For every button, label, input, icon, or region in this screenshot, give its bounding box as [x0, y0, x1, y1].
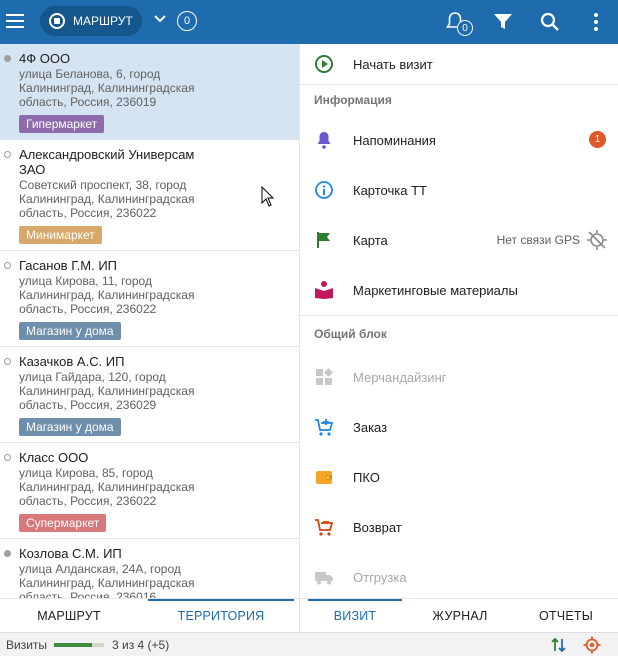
common-section-header: Общий блок	[314, 327, 387, 341]
search-icon[interactable]	[538, 10, 562, 34]
info-section-header: Информация	[314, 93, 392, 107]
menu-icon[interactable]	[6, 10, 26, 34]
tab-visit[interactable]: ВИЗИТ	[308, 599, 402, 633]
tab-reports[interactable]: ОТЧЕТЫ	[518, 599, 614, 633]
play-circle-icon	[315, 55, 333, 73]
mouse-cursor-icon	[261, 186, 275, 207]
start-visit-label: Начать визит	[353, 56, 433, 72]
app-toolbar: МАРШРУТ 0 0	[0, 0, 618, 44]
list-item[interactable]: Гасанов Г.М. ИП улица Кирова, 11, город …	[0, 251, 299, 347]
outlet-card-label: Карточка ТТ	[353, 182, 427, 198]
order-label: Заказ	[353, 419, 388, 435]
tab-journal[interactable]: ЖУРНАЛ	[412, 599, 508, 633]
map-label: Карта	[353, 232, 388, 248]
outlet-type-tag: Минимаркет	[19, 226, 102, 244]
reminders-label: Напоминания	[353, 132, 436, 148]
marketing-materials-label: Маркетинговые материалы	[353, 282, 518, 298]
visits-label: Визиты	[6, 638, 48, 652]
outlet-type-tag: Гипермаркет	[19, 115, 105, 133]
filter-icon[interactable]	[491, 10, 515, 34]
visits-count-text: 3 из 4 (+5)	[112, 638, 170, 652]
outlet-address: улица Алданская, 24А, город Калининград,…	[19, 562, 195, 598]
outlet-address: улица Беланова, 6, город Калининград, Ка…	[19, 67, 195, 109]
info-icon	[315, 181, 333, 199]
cart-remove-icon	[315, 519, 334, 536]
outlet-name: Казачков А.С. ИП	[19, 354, 125, 369]
visit-status-dot	[4, 454, 11, 461]
merchandising-menu-item[interactable]: Мерчандайзинг	[300, 352, 618, 402]
pko-label: ПКО	[353, 469, 380, 485]
book-reader-icon	[315, 281, 333, 299]
visit-status-dot	[4, 151, 11, 158]
list-item[interactable]: Александровский Универсам ЗАО Советский …	[0, 140, 299, 251]
list-item[interactable]: Класс ООО улица Кирова, 85, город Калини…	[0, 443, 299, 539]
start-visit-button[interactable]: Начать визит	[300, 44, 618, 84]
visit-status-dot	[4, 262, 11, 269]
outlet-type-tag: Магазин у дома	[19, 418, 121, 436]
order-menu-item[interactable]: Заказ	[300, 402, 618, 452]
list-item[interactable]: Козлова С.М. ИП улица Алданская, 24А, го…	[0, 539, 299, 598]
merchandising-label: Мерчандайзинг	[353, 369, 447, 385]
outlet-name: Александровский Универсам ЗАО	[19, 147, 195, 177]
sync-arrows-icon[interactable]	[550, 636, 568, 654]
chevron-down-icon[interactable]	[153, 12, 167, 26]
pko-menu-item[interactable]: ПКО	[300, 452, 618, 502]
shipment-label: Отгрузка	[353, 569, 407, 585]
tab-route[interactable]: МАРШРУТ	[0, 599, 138, 633]
return-label: Возврат	[353, 519, 402, 535]
outlet-address: Советский проспект, 38, город Калинингра…	[19, 178, 195, 220]
marketing-materials-menu-item[interactable]: Маркетинговые материалы	[300, 265, 618, 315]
route-toggle-button[interactable]: МАРШРУТ	[40, 6, 142, 36]
visit-status-dot	[4, 550, 11, 557]
route-count-badge: 0	[177, 11, 197, 31]
widgets-icon	[316, 368, 333, 385]
truck-icon	[315, 572, 333, 585]
visit-status-dot	[4, 358, 11, 365]
visit-actions-panel: Начать визит Информация Напоминания 1 Ка…	[299, 44, 618, 598]
gps-off-icon	[587, 230, 607, 250]
visits-progress-bar	[54, 643, 104, 647]
shipment-menu-item[interactable]: Отгрузка	[300, 552, 618, 598]
bell-icon	[317, 132, 331, 149]
flag-icon	[317, 232, 330, 248]
gps-status-text: Нет связи GPS	[496, 233, 580, 247]
right-tabbar: ВИЗИТ ЖУРНАЛ ОТЧЕТЫ	[299, 598, 618, 632]
outlet-type-tag: Супермаркет	[19, 514, 107, 532]
outlet-address: улица Кирова, 85, город Калининград, Кал…	[19, 466, 195, 508]
route-label: МАРШРУТ	[73, 14, 133, 28]
gps-target-icon[interactable]	[583, 636, 601, 654]
reminders-menu-item[interactable]: Напоминания 1	[300, 115, 618, 165]
outlet-name: Козлова С.М. ИП	[19, 546, 122, 561]
outlet-name: 4Ф ООО	[19, 51, 71, 66]
outlet-address: улица Гайдара, 120, город Калининград, К…	[19, 370, 195, 412]
outlet-address: улица Кирова, 11, город Калининград, Кал…	[19, 274, 195, 316]
tab-territory[interactable]: ТЕРРИТОРИЯ	[148, 599, 294, 633]
return-menu-item[interactable]: Возврат	[300, 502, 618, 552]
outlet-type-tag: Магазин у дома	[19, 322, 121, 340]
notifications-count-badge: 0	[457, 20, 473, 36]
outlet-list: 4Ф ООО улица Беланова, 6, город Калининг…	[0, 44, 299, 598]
status-bar: Визиты 3 из 4 (+5)	[0, 632, 618, 656]
more-vert-icon[interactable]	[584, 10, 608, 34]
outlet-name: Гасанов Г.М. ИП	[19, 258, 118, 273]
outlet-name: Класс ООО	[19, 450, 89, 465]
outlet-card-menu-item[interactable]: Карточка ТТ	[300, 165, 618, 215]
left-tabbar: МАРШРУТ ТЕРРИТОРИЯ	[0, 598, 299, 632]
reminders-count-badge: 1	[589, 131, 606, 148]
cart-add-icon	[315, 419, 334, 436]
list-item[interactable]: Казачков А.С. ИП улица Гайдара, 120, гор…	[0, 347, 299, 443]
list-item[interactable]: 4Ф ООО улица Беланова, 6, город Калининг…	[0, 44, 299, 140]
stop-record-icon	[49, 13, 65, 29]
visit-status-dot	[4, 55, 11, 62]
map-menu-item[interactable]: Карта Нет связи GPS	[300, 215, 618, 265]
wallet-icon	[316, 471, 332, 484]
